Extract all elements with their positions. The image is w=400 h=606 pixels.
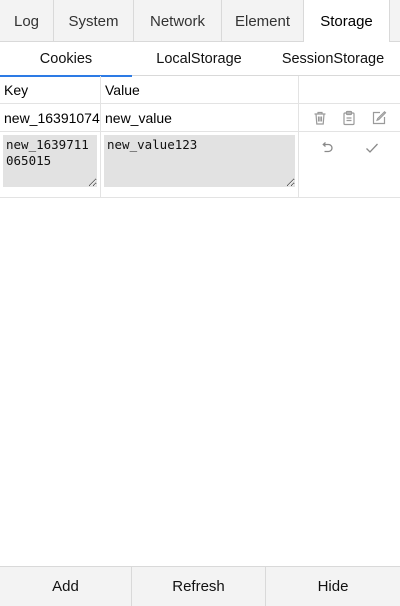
- row-value: new_value: [101, 104, 299, 131]
- tab-log[interactable]: Log: [0, 0, 54, 42]
- edit-key-textarea[interactable]: [3, 135, 97, 187]
- clipboard-icon[interactable]: [341, 110, 357, 126]
- edit-value-textarea[interactable]: [104, 135, 295, 187]
- refresh-button[interactable]: Refresh: [132, 567, 266, 606]
- table-edit-row: [0, 132, 400, 198]
- tab-network[interactable]: Network: [134, 0, 222, 42]
- table-header-row: Key Value: [0, 76, 400, 104]
- tab-element[interactable]: Element: [222, 0, 304, 42]
- table-row: new_1639107483 new_value: [0, 104, 400, 132]
- storage-sub-tab-bar: Cookies LocalStorage SessionStorage: [0, 42, 400, 77]
- top-tab-bar: Log System Network Element Storage: [0, 0, 400, 42]
- header-key: Key: [0, 76, 101, 103]
- undo-icon[interactable]: [319, 140, 335, 156]
- hide-button[interactable]: Hide: [266, 567, 400, 606]
- edit-icon[interactable]: [371, 110, 387, 126]
- trash-icon[interactable]: [312, 110, 328, 126]
- tab-system[interactable]: System: [54, 0, 134, 42]
- storage-table: Key Value new_1639107483 new_value: [0, 76, 400, 198]
- subtab-localstorage[interactable]: LocalStorage: [132, 42, 266, 76]
- row-actions: [299, 104, 400, 131]
- subtab-sessionstorage[interactable]: SessionStorage: [266, 42, 400, 76]
- devtools-panel: Log System Network Element Storage Cooki…: [0, 0, 400, 606]
- subtab-cookies[interactable]: Cookies: [0, 42, 132, 77]
- row-key: new_1639107483: [0, 104, 101, 131]
- edit-key-cell: [0, 132, 101, 197]
- add-button[interactable]: Add: [0, 567, 132, 606]
- bottom-toolbar: Add Refresh Hide: [0, 566, 400, 606]
- header-value: Value: [101, 76, 299, 103]
- tab-storage[interactable]: Storage: [304, 0, 390, 42]
- checkmark-icon[interactable]: [364, 140, 380, 156]
- edit-value-cell: [101, 132, 299, 197]
- edit-actions: [299, 132, 400, 197]
- header-actions: [299, 76, 400, 103]
